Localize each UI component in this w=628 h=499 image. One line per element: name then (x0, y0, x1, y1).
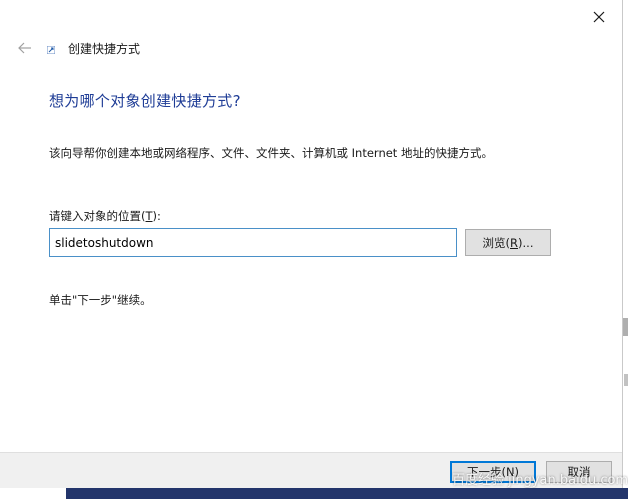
create-shortcut-dialog: 创建快捷方式 想为哪个对象创建快捷方式? 该向导帮你创建本地或网络程序、文件、文… (0, 0, 623, 488)
back-button[interactable] (14, 38, 36, 58)
back-arrow-icon (18, 42, 31, 54)
continue-instruction: 单击"下一步"继续。 (49, 293, 152, 307)
close-button[interactable] (584, 4, 614, 30)
next-button[interactable]: 下一步(N) (450, 461, 536, 483)
page-heading: 想为哪个对象创建快捷方式? (49, 92, 241, 110)
cancel-button[interactable]: 取消 (546, 461, 612, 483)
close-icon (593, 11, 605, 23)
wizard-description: 该向导帮你创建本地或网络程序、文件、文件夹、计算机或 Internet 地址的快… (49, 146, 493, 160)
background-window-edge-right-lower (624, 374, 628, 386)
location-label-accesskey: T (145, 209, 153, 223)
shortcut-wizard-icon (47, 46, 55, 54)
location-input[interactable] (49, 228, 457, 257)
location-field-label: 请键入对象的位置(T): (49, 208, 161, 224)
browse-label-prefix: 浏览( (482, 235, 511, 250)
dialog-title: 创建快捷方式 (68, 42, 141, 56)
location-label-suffix: ): (152, 209, 161, 223)
location-label-prefix: 请键入对象的位置( (49, 209, 146, 223)
background-desktop-strip (66, 488, 628, 499)
browse-button[interactable]: 浏览(R)... (465, 229, 551, 256)
browse-label-accesskey: R (510, 235, 519, 250)
screen: 创建快捷方式 想为哪个对象创建快捷方式? 该向导帮你创建本地或网络程序、文件、文… (0, 0, 628, 499)
browse-label-suffix: )... (518, 235, 534, 250)
background-window-edge-right (623, 318, 628, 336)
